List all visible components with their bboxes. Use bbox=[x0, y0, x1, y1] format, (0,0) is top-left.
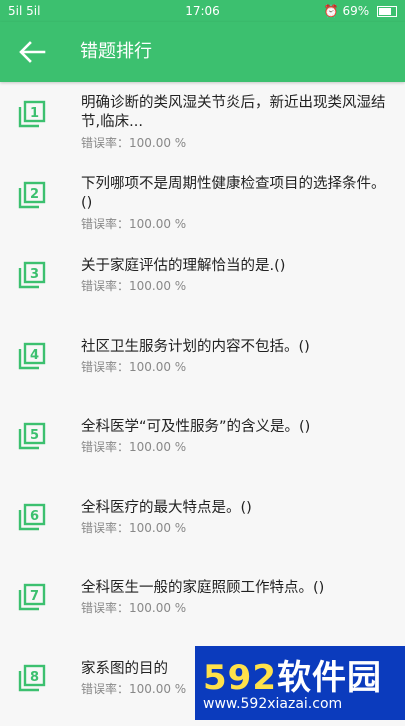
error-rate: 错误率：100.00 % bbox=[81, 134, 186, 151]
page-title: 错题排行 bbox=[80, 22, 152, 82]
rank-badge-icon: 1 bbox=[18, 100, 46, 128]
battery-percent: 69% bbox=[343, 4, 370, 18]
error-rate: 错误率：100.00 % bbox=[81, 277, 186, 294]
rank-badge-icon: 5 bbox=[18, 422, 46, 450]
error-rate: 错误率：100.00 % bbox=[81, 358, 186, 375]
back-arrow-icon[interactable] bbox=[18, 40, 46, 64]
rank-number: 8 bbox=[30, 670, 39, 685]
error-rate: 错误率：100.00 % bbox=[81, 680, 186, 697]
question-text: 下列哪项不是周期性健康检查项目的选择条件。() bbox=[81, 175, 391, 213]
list-item[interactable]: 4 社区卫生服务计划的内容不包括。()错误率：100.00 % bbox=[0, 324, 405, 405]
watermark: 592软件园 www.592xiazai.com bbox=[195, 646, 405, 720]
rank-badge-icon: 6 bbox=[18, 503, 46, 531]
question-text: 全科医学“可及性服务”的含义是。() bbox=[81, 418, 391, 437]
error-rate: 错误率：100.00 % bbox=[81, 599, 186, 616]
rank-badge-icon: 7 bbox=[18, 583, 46, 611]
list-item[interactable]: 6 全科医疗的最大特点是。()错误率：100.00 % bbox=[0, 485, 405, 566]
rank-number: 1 bbox=[30, 106, 39, 121]
rank-badge-icon: 2 bbox=[18, 181, 46, 209]
list-item[interactable]: 3 关于家庭评估的理解恰当的是.()错误率：100.00 % bbox=[0, 243, 405, 324]
watermark-text: 软件园 bbox=[277, 658, 382, 698]
error-rate: 错误率：100.00 % bbox=[81, 519, 186, 536]
list-item[interactable]: 1 明确诊断的类风湿关节炎后，新近出现类风湿结节,临床... 错误率：100.00 … bbox=[0, 82, 405, 163]
rank-number: 5 bbox=[30, 428, 39, 443]
question-list: 1 明确诊断的类风湿关节炎后，新近出现类风湿结节,临床... 错误率：100.00 … bbox=[0, 82, 405, 726]
rank-number: 6 bbox=[30, 509, 39, 524]
app-bar: 错题排行 bbox=[0, 22, 405, 82]
battery-icon bbox=[377, 6, 397, 17]
error-rate: 错误率：100.00 % bbox=[81, 438, 186, 455]
rank-badge-icon: 8 bbox=[18, 664, 46, 692]
list-item[interactable]: 2 下列哪项不是周期性健康检查项目的选择条件。() 错误率：100.00 % bbox=[0, 163, 405, 244]
status-bar: 5il 5il 17:06 ⏰ 69% bbox=[0, 0, 405, 22]
rank-badge-icon: 4 bbox=[18, 342, 46, 370]
battery-status: ⏰ 69% bbox=[324, 0, 397, 22]
rank-number: 3 bbox=[30, 267, 39, 282]
question-text: 明确诊断的类风湿关节炎后，新近出现类风湿结节,临床... bbox=[81, 94, 391, 132]
alarm-icon: ⏰ bbox=[324, 4, 339, 18]
rank-number: 2 bbox=[30, 187, 39, 202]
question-text: 全科医疗的最大特点是。() bbox=[81, 499, 391, 518]
error-rate: 错误率：100.00 % bbox=[81, 215, 186, 232]
list-item[interactable]: 7 全科医生一般的家庭照顾工作特点。()错误率：100.00 % bbox=[0, 565, 405, 646]
question-text: 关于家庭评估的理解恰当的是.() bbox=[81, 257, 391, 276]
rank-number: 7 bbox=[30, 589, 39, 604]
question-text: 社区卫生服务计划的内容不包括。() bbox=[81, 338, 391, 357]
rank-number: 4 bbox=[30, 348, 39, 363]
watermark-url: www.592xiazai.com bbox=[203, 696, 342, 712]
rank-badge-icon: 3 bbox=[18, 261, 46, 289]
list-item[interactable]: 5 全科医学“可及性服务”的含义是。()错误率：100.00 % bbox=[0, 404, 405, 485]
question-text: 全科医生一般的家庭照顾工作特点。() bbox=[81, 579, 391, 598]
watermark-number: 592 bbox=[203, 658, 277, 698]
